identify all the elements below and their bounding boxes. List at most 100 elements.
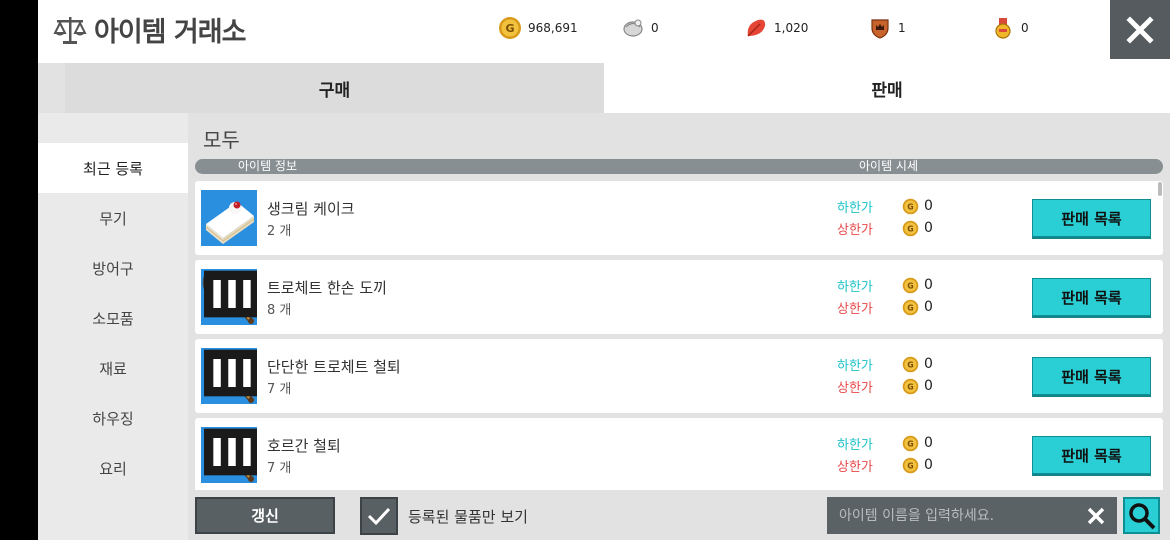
crown-amount: 1 [898,21,906,35]
sidebar-item-recent[interactable]: 최근 등록 [38,143,188,193]
col-item-info: 아이템 정보 [238,159,298,173]
silver-shell-icon [623,19,643,37]
title-wrap: 아이템 거래소 [52,10,246,49]
sale-list-button[interactable]: 판매 목록 [1032,199,1151,237]
low-price-value: 0 [924,198,933,214]
table-row[interactable]: 생크림 케이크 2 개 하한가 상한가 G G 0 0 판매 목록 [195,181,1163,255]
sidebar-item-weapon[interactable]: 무기 [38,193,188,243]
item-name: 호르간 철퇴 [267,437,341,455]
item-name: 생크림 케이크 [267,200,355,218]
checkbox-label: 등록된 물품만 보기 [408,508,528,526]
refresh-button[interactable]: 갱신 [195,497,335,534]
svg-text:G: G [907,461,913,470]
sale-list-button[interactable]: 판매 목록 [1032,278,1151,316]
cake-icon [201,190,257,246]
list-scrollbar[interactable] [1158,182,1162,196]
svg-text:G: G [907,224,913,233]
gold-coin-icon: G [902,435,919,452]
sidebar-item-armor[interactable]: 방어구 [38,243,188,293]
table-row[interactable]: 트로체트 한손 도끼 8 개 하한가 상한가 G G 0 0 판매 목록 [195,260,1163,334]
gold-coin-icon: G [902,277,919,294]
high-price-label: 상한가 [837,223,873,238]
gold-amount: 968,691 [528,21,578,35]
svg-text:G: G [505,22,514,35]
tab-sell[interactable]: 판매 [604,63,1170,113]
high-price-value: 0 [924,457,933,473]
tab-bar: 구매 판매 [65,63,1170,113]
section-title: 모두 [203,128,240,152]
low-price-value: 0 [924,277,933,293]
medal-currency: 0 [991,16,1029,40]
header-bar: 아이템 거래소 G 968,691 0 1,020 1 0 [38,0,1170,63]
gold-coin-icon: G [902,198,919,215]
gold-coin-icon: G [902,220,919,237]
gold-coin-icon: G [902,457,919,474]
high-price-value: 0 [924,299,933,315]
item-count: 7 개 [267,461,292,476]
gold-coin-icon: G [902,356,919,373]
sidebar-item-housing[interactable]: 하우징 [38,393,188,443]
shell-amount: 0 [651,21,659,35]
item-name: 단단한 트로체트 철퇴 [267,358,401,376]
shell-currency: 0 [621,16,659,40]
clear-icon[interactable] [1085,505,1107,527]
svg-text:G: G [907,360,913,369]
search-button[interactable] [1123,497,1160,534]
grade-icon [204,270,257,318]
low-price-label: 하한가 [837,438,873,453]
page-title: 아이템 거래소 [94,17,246,48]
svg-text:G: G [907,303,913,312]
item-name: 트로체트 한손 도끼 [267,279,387,297]
table-row[interactable]: 호르간 철퇴 7 개 하한가 상한가 G G 0 0 판매 목록 [195,418,1163,490]
close-button[interactable] [1110,0,1170,59]
item-count: 7 개 [267,382,292,397]
gold-currency: G 968,691 [498,16,578,40]
gold-coin-icon: G [902,299,919,316]
svg-text:G: G [907,281,913,290]
svg-text:G: G [907,382,913,391]
sidebar-item-material[interactable]: 재료 [38,343,188,393]
crown-shield-icon [871,19,889,39]
grade-icon [204,428,257,476]
medal-icon [995,18,1011,39]
medal-amount: 0 [1021,21,1029,35]
low-price-value: 0 [924,356,933,372]
leaf-amount: 1,020 [774,21,809,35]
low-price-label: 하한가 [837,201,873,216]
red-leaf-icon [747,19,766,37]
search-input[interactable] [827,497,1077,534]
column-header: 아이템 정보 아이템 시세 [195,159,1163,174]
col-item-price: 아이템 시세 [859,159,919,173]
high-price-label: 상한가 [837,381,873,396]
sale-list-button[interactable]: 판매 목록 [1032,436,1151,474]
scale-icon [53,16,87,44]
registered-only-checkbox[interactable] [360,497,398,535]
crown-currency: 1 [868,16,906,40]
sidebar-item-cooking[interactable]: 요리 [38,443,188,493]
low-price-value: 0 [924,435,933,451]
sidebar-item-consumable[interactable]: 소모품 [38,293,188,343]
high-price-label: 상한가 [837,302,873,317]
axe-icon [201,269,257,325]
exchange-window: 아이템 거래소 G 968,691 0 1,020 1 0 구매 판매 최근 등… [38,0,1170,540]
category-sidebar: 최근 등록 무기 방어구 소모품 재료 하우징 요리 [38,113,188,540]
svg-text:G: G [907,439,913,448]
mace-icon [201,348,257,404]
gold-coin-icon: G [499,17,521,39]
high-price-value: 0 [924,220,933,236]
item-list: 생크림 케이크 2 개 하한가 상한가 G G 0 0 판매 목록 트로체트 한… [195,181,1163,490]
svg-text:G: G [907,202,913,211]
item-count: 8 개 [267,303,292,318]
gold-coin-icon: G [902,378,919,395]
high-price-label: 상한가 [837,460,873,475]
table-row[interactable]: 단단한 트로체트 철퇴 7 개 하한가 상한가 G G 0 0 판매 목록 [195,339,1163,413]
high-price-value: 0 [924,378,933,394]
search-box [827,497,1117,534]
checkmark-icon [367,507,391,526]
low-price-label: 하한가 [837,280,873,295]
grade-icon [204,349,257,397]
item-count: 2 개 [267,224,292,239]
mace-icon [201,427,257,483]
sale-list-button[interactable]: 판매 목록 [1032,357,1151,395]
tab-buy[interactable]: 구매 [65,63,604,113]
